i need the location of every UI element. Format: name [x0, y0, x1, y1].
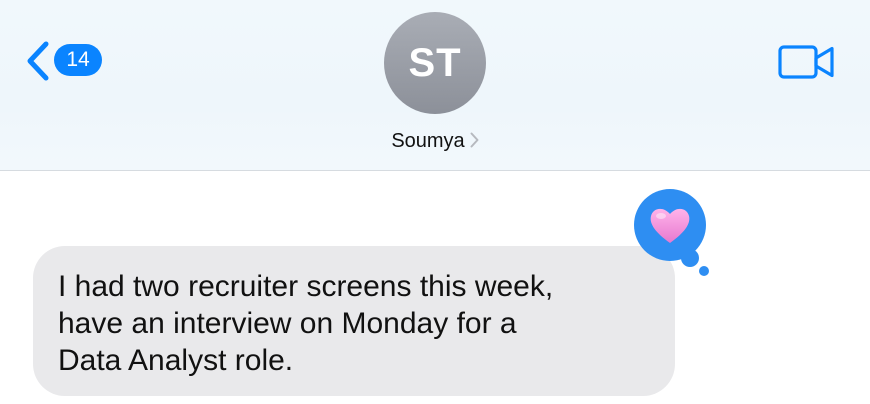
message-line: I had two recruiter screens this week,	[58, 270, 554, 303]
message-text: I had two recruiter screens this week, h…	[58, 268, 658, 379]
tapback-tail-dot	[681, 249, 699, 267]
incoming-message-bubble[interactable]: I had two recruiter screens this week, h…	[33, 246, 675, 396]
unread-count-badge: 14	[54, 44, 102, 76]
message-line: have an interview on Monday for a	[58, 307, 517, 340]
video-camera-icon[interactable]	[778, 44, 836, 80]
contact-avatar[interactable]: ST	[384, 12, 486, 114]
message-line: Data Analyst role.	[58, 344, 294, 377]
chevron-left-icon	[27, 41, 49, 81]
conversation-header: 14 ST Soumya	[0, 0, 870, 171]
tapback-tail-dot	[699, 266, 709, 276]
chevron-right-icon	[470, 132, 479, 148]
heart-icon	[650, 208, 690, 243]
contact-name-button[interactable]: Soumya	[0, 130, 870, 156]
heart-reaction-tapback[interactable]	[632, 189, 714, 279]
contact-name: Soumya	[391, 130, 465, 152]
back-button[interactable]: 14	[24, 40, 114, 82]
